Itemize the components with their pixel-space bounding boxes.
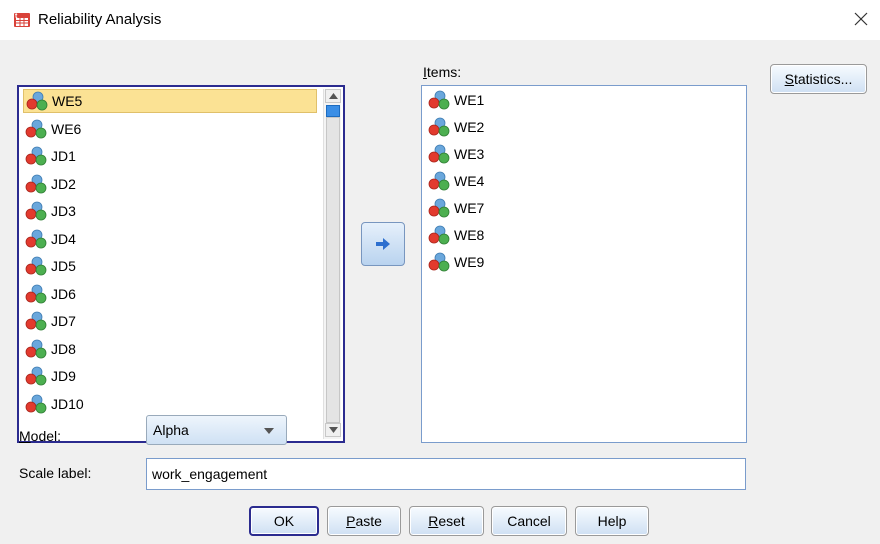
model-label: Model: (19, 428, 62, 444)
items-list[interactable]: WE1 WE2 WE3 WE4 WE7 WE8 WE9 (421, 85, 747, 443)
scale-variable-icon (428, 144, 450, 164)
variable-label: WE7 (454, 200, 485, 216)
scroll-down-arrow[interactable] (325, 423, 341, 437)
variable-label: WE2 (454, 119, 485, 135)
variable-label: JD6 (51, 285, 76, 302)
help-button[interactable]: Help (575, 506, 649, 536)
variable-label: JD4 (51, 230, 76, 247)
scale-variable-icon (25, 229, 47, 248)
scale-variable-icon (25, 256, 47, 276)
variable-label: WE5 (52, 93, 83, 109)
statistics-button[interactable]: Statistics... (770, 64, 867, 94)
scale-variable-icon (428, 252, 450, 272)
move-to-items-button[interactable] (361, 222, 405, 266)
variable-label: JD1 (51, 148, 76, 164)
scale-variable-icon (428, 198, 450, 218)
variable-label: JD3 (51, 203, 76, 219)
variable-list-item[interactable]: WE7 (426, 196, 484, 220)
scale-variable-icon (428, 90, 450, 110)
variable-label: JD7 (51, 313, 76, 329)
variable-list-item[interactable]: JD9 (23, 364, 76, 388)
window-title: Reliability Analysis (38, 11, 162, 28)
scroll-thumb[interactable] (326, 117, 340, 423)
variable-list-item[interactable]: WE5 (23, 89, 317, 113)
scale-variable-icon (25, 394, 47, 413)
variable-list-item[interactable]: WE2 (426, 115, 484, 139)
scroll-up-arrow[interactable] (325, 89, 341, 103)
variable-label: JD10 (51, 395, 84, 412)
variable-list-item[interactable]: JD1 (23, 144, 76, 168)
variable-label: WE3 (454, 146, 485, 162)
scale-variable-icon (428, 171, 450, 191)
variable-list-item[interactable]: JD5 (23, 254, 76, 278)
scale-variable-icon (25, 119, 47, 138)
variable-label: WE6 (51, 120, 82, 137)
close-icon[interactable] (850, 8, 872, 30)
reset-button[interactable]: Reset (409, 506, 484, 536)
paste-button[interactable]: Paste (327, 506, 401, 536)
scale-variable-icon (25, 339, 47, 358)
scale-variable-icon (25, 146, 47, 166)
scale-variable-icon (26, 91, 48, 111)
variable-label: WE9 (454, 254, 485, 270)
variable-label: WE1 (454, 92, 485, 108)
scale-variable-icon (25, 201, 47, 221)
chevron-up-icon (328, 93, 338, 99)
variable-list-item[interactable]: JD2 (23, 172, 76, 196)
scale-variable-icon (428, 117, 450, 137)
variable-list-item[interactable]: WE4 (426, 169, 484, 193)
scale-variable-icon (25, 284, 47, 303)
spss-app-icon: t (14, 13, 30, 27)
variable-label: JD8 (51, 340, 76, 357)
scale-variable-icon (428, 225, 450, 245)
variable-list-item[interactable]: JD6 (23, 282, 76, 306)
variable-list-item[interactable]: JD7 (23, 309, 76, 333)
dropdown-arrow-icon (264, 428, 274, 434)
variable-list-item[interactable]: JD3 (23, 199, 76, 223)
ok-button[interactable]: OK (249, 506, 319, 536)
model-selected-value: Alpha (153, 422, 189, 438)
scale-label-label: Scale label: (19, 465, 92, 481)
scale-label-input[interactable]: work_engagement (146, 458, 746, 490)
variable-list-item[interactable]: WE1 (426, 88, 484, 112)
arrow-right-icon (376, 238, 390, 250)
variable-list-item[interactable]: JD4 (23, 227, 76, 251)
variable-list-item[interactable]: WE8 (426, 223, 484, 247)
dialog-body: WE5 WE6 JD1 JD2 JD3 JD4 JD5 JD6 JD7 JD8 JD9 JD10 It… (0, 40, 880, 544)
variable-list-item[interactable]: WE6 (23, 117, 81, 141)
source-list-scrollbar[interactable] (323, 89, 341, 439)
variable-list-item[interactable]: JD10 (23, 392, 84, 416)
chevron-down-icon (328, 427, 338, 433)
scroll-track-highlight (326, 105, 340, 117)
source-variable-list[interactable]: WE5 WE6 JD1 JD2 JD3 JD4 JD5 JD6 JD7 JD8 JD9 JD10 (17, 85, 345, 443)
scale-variable-icon (25, 311, 47, 331)
variable-label: WE8 (454, 227, 485, 243)
variable-label: JD9 (51, 368, 76, 384)
variable-label: JD5 (51, 258, 76, 274)
cancel-button[interactable]: Cancel (491, 506, 567, 536)
variable-list-item[interactable]: WE3 (426, 142, 484, 166)
scale-variable-icon (25, 174, 47, 193)
title-bar: t Reliability Analysis (0, 0, 880, 40)
items-label: Items: (423, 64, 462, 80)
variable-list-item[interactable]: WE9 (426, 250, 484, 274)
model-dropdown[interactable]: Alpha (146, 415, 287, 445)
variable-label: JD2 (51, 175, 76, 192)
scale-variable-icon (25, 366, 47, 386)
variable-list-item[interactable]: JD8 (23, 337, 76, 361)
variable-label: WE4 (454, 173, 485, 189)
